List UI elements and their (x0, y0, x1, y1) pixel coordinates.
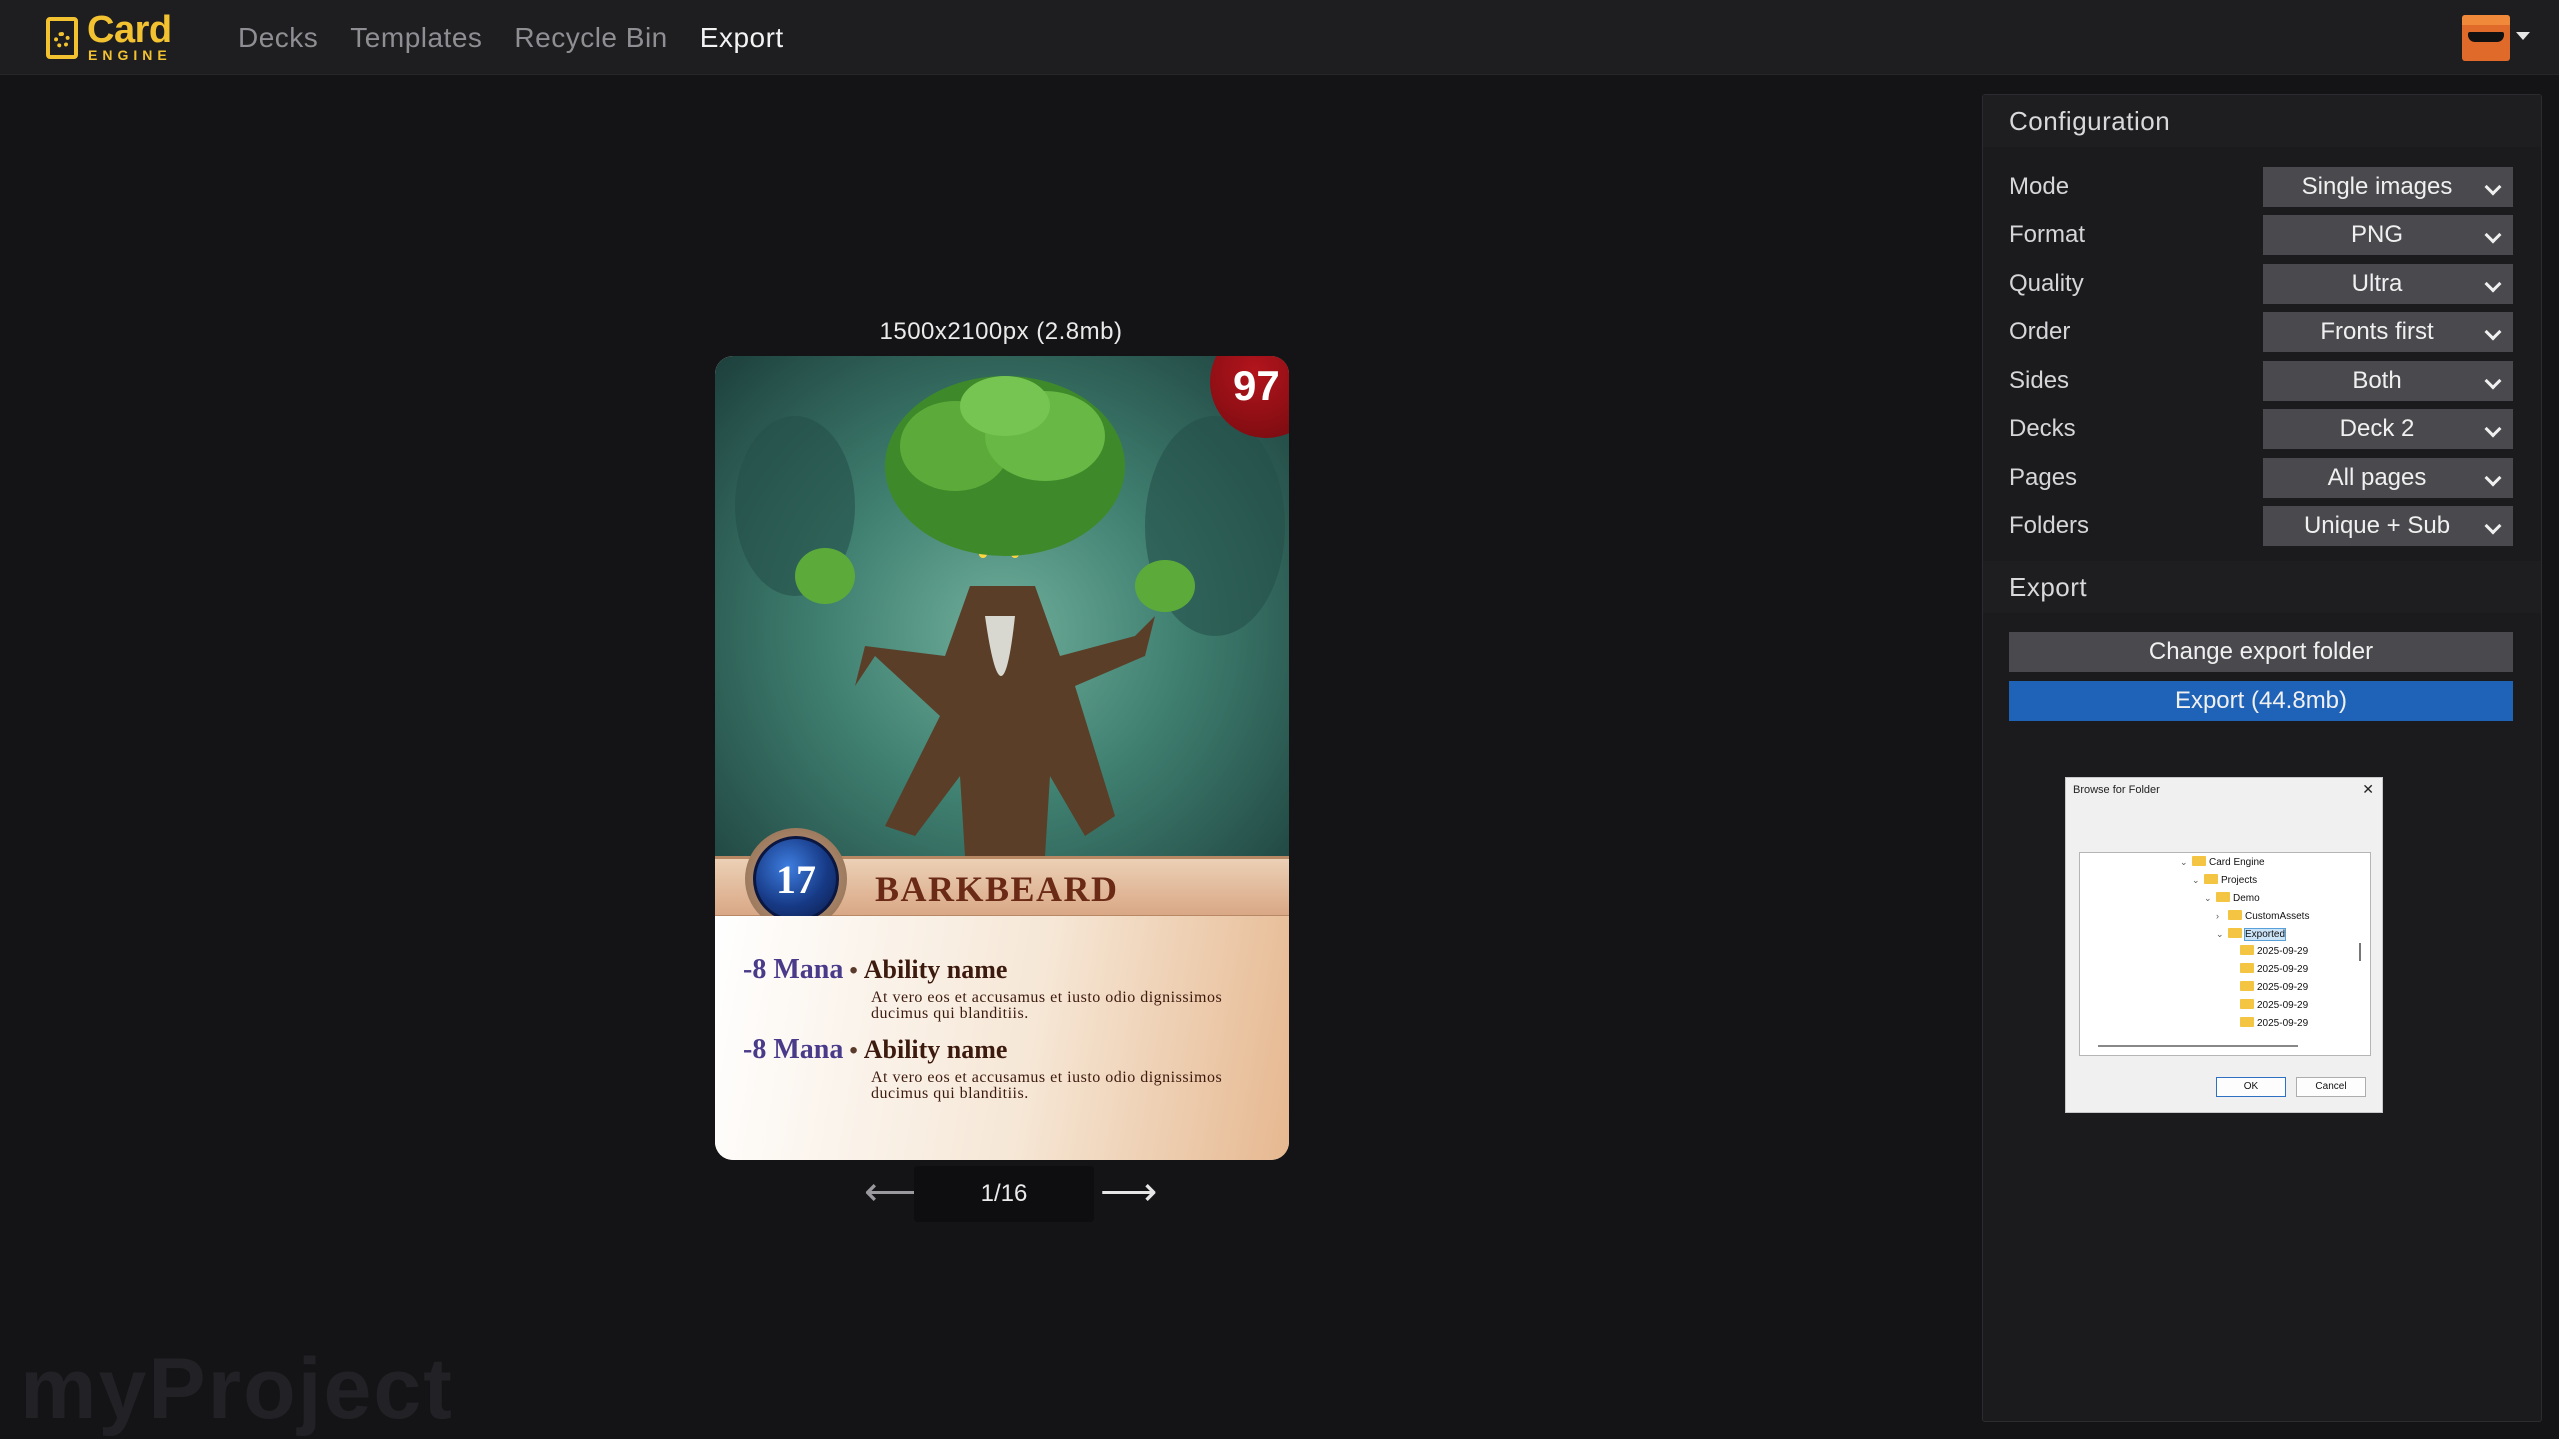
ability-1: -8 Mana • Ability name At vero eos et accu… (743, 954, 1283, 1022)
config-row-order: Order Fronts first (2009, 312, 2513, 352)
arrow-right-icon[interactable]: ⟶ (1100, 1172, 1157, 1212)
change-export-folder-button[interactable]: Change export folder (2009, 632, 2513, 672)
hp-value: 97 (1233, 362, 1280, 409)
tree-item[interactable]: ⌄ Demo (2204, 891, 2260, 906)
config-row-decks: Decks Deck 2 (2009, 409, 2513, 449)
nav-export[interactable]: Export (700, 20, 784, 56)
ability-description: At vero eos et accusamus et iusto odio d… (871, 1069, 1223, 1102)
logo-word: Card (87, 9, 172, 51)
page-navigator: ⟵ 1/16 ⟶ (864, 1166, 1157, 1222)
tree-item[interactable]: 2025-09-29 (2240, 999, 2308, 1013)
card-name: BARKBEARD (875, 869, 1119, 909)
quality-select[interactable]: Ultra (2263, 264, 2513, 304)
configuration-title: Configuration (1983, 95, 2541, 147)
config-row-folders: Folders Unique + Sub (2009, 506, 2513, 546)
chevron-down-icon (2484, 372, 2502, 390)
ability-2: -8 Mana • Ability name At vero eos et accu… (743, 1034, 1283, 1102)
format-select[interactable]: PNG (2263, 215, 2513, 255)
top-bar: Card ENGINE Decks Templates Recycle Bin … (0, 0, 2559, 75)
ability-name: Ability name (863, 955, 1008, 984)
config-label: Decks (2009, 415, 2076, 442)
folders-select[interactable]: Unique + Sub (2263, 506, 2513, 546)
tree-horizontal-scrollbar[interactable] (2098, 1045, 2298, 1047)
ability-name: Ability name (863, 1035, 1008, 1064)
chevron-down-icon (2484, 517, 2502, 535)
config-label: Pages (2009, 464, 2078, 491)
config-label: Format (2009, 221, 2086, 248)
mana-value: 17 (753, 836, 839, 922)
chevron-down-icon (2484, 323, 2502, 341)
chevron-down-icon (2484, 178, 2502, 196)
tree-item[interactable]: 2025-09-29 (2240, 1017, 2308, 1031)
export-button[interactable]: Export (44.8mb) (2009, 681, 2513, 721)
mode-select[interactable]: Single images (2263, 167, 2513, 207)
config-row-mode: Mode Single images (2009, 167, 2513, 207)
chevron-down-icon (2484, 420, 2502, 438)
folder-tree[interactable]: ⌄ Card Engine ⌄ Projects ⌄ Demo › CustomAsse… (2079, 852, 2371, 1056)
arrow-left-icon[interactable]: ⟵ (864, 1172, 921, 1212)
config-label: Folders (2009, 512, 2090, 539)
ability-description: At vero eos et accusamus et iusto odio d… (871, 989, 1223, 1022)
config-label: Quality (2009, 270, 2084, 297)
sides-select[interactable]: Both (2263, 361, 2513, 401)
config-label: Order (2009, 318, 2071, 345)
app-logo[interactable]: Card ENGINE (46, 9, 182, 63)
config-row-quality: Quality Ultra (2009, 264, 2513, 304)
card-preview: 97 BARKBEARD 17 -8 Mana • Ability name At … (715, 356, 1289, 1160)
config-row-format: Format PNG (2009, 215, 2513, 255)
treant-illustration (735, 376, 1285, 856)
chevron-down-icon (2484, 275, 2502, 293)
dialog-title: Browse for Folder (2073, 784, 2160, 796)
tree-item-selected[interactable]: ⌄ Exported (2216, 927, 2287, 942)
main-nav: Decks Templates Recycle Bin Export (238, 20, 784, 56)
tree-scrollbar[interactable] (2359, 943, 2361, 961)
pages-select[interactable]: All pages (2263, 458, 2513, 498)
page-counter: 1/16 (914, 1166, 1094, 1222)
mana-badge: 17 (745, 828, 847, 930)
project-watermark: myProject (20, 1341, 454, 1437)
tree-item[interactable]: 2025-09-29 (2240, 945, 2308, 959)
card-artwork (715, 356, 1289, 856)
chevron-down-icon (2484, 226, 2502, 244)
config-label: Sides (2009, 367, 2070, 394)
close-icon[interactable]: ✕ (2362, 781, 2374, 798)
tree-item[interactable]: 2025-09-29 (2240, 963, 2308, 977)
user-menu-caret-icon[interactable] (2516, 32, 2530, 40)
ability-cost: -8 Mana (743, 954, 844, 985)
tree-item[interactable]: 2025-09-29 (2240, 981, 2308, 995)
config-row-pages: Pages All pages (2009, 458, 2513, 498)
config-row-sides: Sides Both (2009, 361, 2513, 401)
export-panel: Configuration Mode Single images Format … (1982, 94, 2542, 1422)
chevron-down-icon (2484, 469, 2502, 487)
decks-select[interactable]: Deck 2 (2263, 409, 2513, 449)
dialog-cancel-button[interactable]: Cancel (2296, 1077, 2366, 1097)
order-select[interactable]: Fronts first (2263, 312, 2513, 352)
nav-recycle-bin[interactable]: Recycle Bin (514, 20, 667, 56)
export-title: Export (1983, 561, 2541, 613)
nav-decks[interactable]: Decks (238, 20, 318, 56)
sunglasses-icon (2468, 32, 2504, 42)
image-size-label: 1500x2100px (2.8mb) (879, 318, 1123, 345)
browse-folder-dialog: Browse for Folder ✕ ⌄ Card Engine ⌄ Projec… (2065, 777, 2383, 1113)
logo-gear-icon (46, 17, 78, 59)
tree-item[interactable]: ⌄ Card Engine (2180, 855, 2265, 870)
nav-templates[interactable]: Templates (350, 20, 482, 56)
dialog-ok-button[interactable]: OK (2216, 1077, 2286, 1097)
tree-item[interactable]: › CustomAssets (2216, 909, 2309, 924)
tree-item[interactable]: ⌄ Projects (2192, 873, 2257, 888)
user-avatar[interactable] (2462, 15, 2510, 61)
ability-cost: -8 Mana (743, 1034, 844, 1065)
logo-subtitle: ENGINE (88, 47, 172, 63)
config-label: Mode (2009, 173, 2070, 200)
